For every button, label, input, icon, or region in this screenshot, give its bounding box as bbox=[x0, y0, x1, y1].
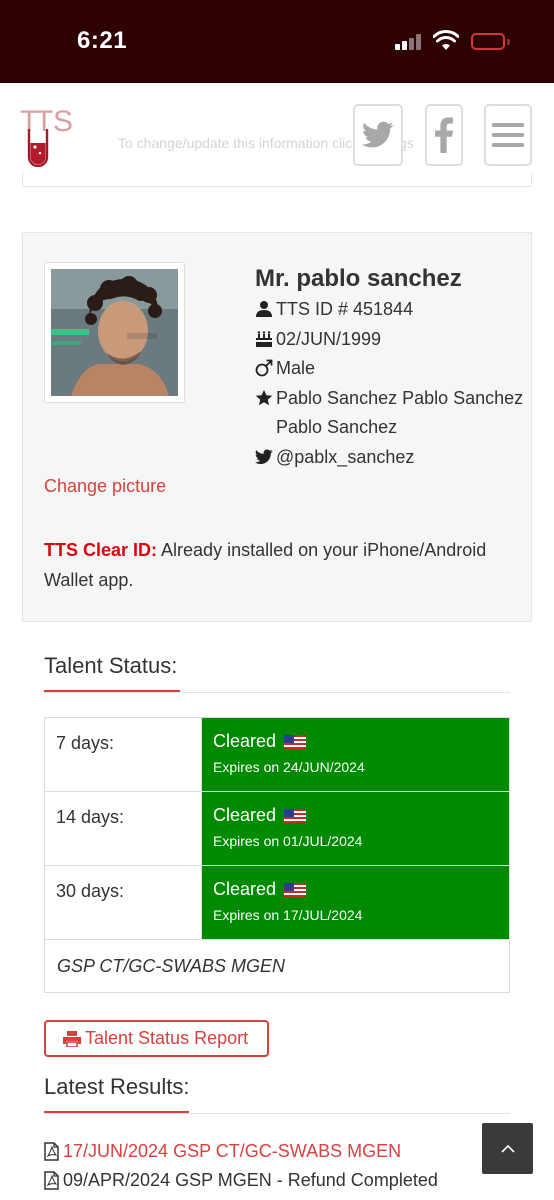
pdf-file-icon bbox=[44, 1171, 59, 1190]
print-icon bbox=[63, 1030, 81, 1047]
period-cell: 7 days: bbox=[45, 718, 202, 791]
us-flag-icon bbox=[284, 734, 307, 749]
result-text: 17/JUN/2024 GSP CT/GC-SWABS MGEN bbox=[63, 1141, 402, 1161]
latest-results-title: Latest Results: bbox=[44, 1074, 190, 1099]
change-picture-link[interactable]: Change picture bbox=[44, 476, 166, 497]
us-flag-icon bbox=[284, 882, 307, 897]
status-text: Cleared bbox=[213, 879, 277, 899]
status-time: 6:21 bbox=[77, 27, 128, 54]
cellular-signal-icon bbox=[395, 34, 423, 50]
user-icon bbox=[256, 301, 272, 317]
profile-photo bbox=[51, 269, 178, 396]
battery-tip bbox=[507, 39, 510, 45]
clear-id-label: TTS Clear ID: bbox=[44, 540, 158, 560]
result-item-link[interactable]: 17/JUN/2024 GSP CT/GC-SWABS MGEN bbox=[44, 1141, 401, 1162]
talent-status-table: 7 days: Cleared Expires on 24/JUN/2024 1… bbox=[44, 717, 510, 993]
menu-button[interactable] bbox=[484, 104, 532, 166]
expiry-text: Expires on 24/JUN/2024 bbox=[213, 759, 365, 775]
gender-row: Male bbox=[255, 354, 525, 384]
latest-results-divider bbox=[44, 1113, 510, 1114]
twitter-row: @pablx_sanchez bbox=[255, 443, 525, 473]
date-of-birth: 02/JUN/1999 bbox=[276, 328, 382, 349]
menu-icon bbox=[492, 123, 524, 147]
period-cell: 14 days: bbox=[45, 792, 202, 865]
status-cell: Cleared Expires on 01/JUL/2024 bbox=[202, 792, 509, 865]
scroll-to-top-button[interactable] bbox=[482, 1123, 533, 1174]
latest-results-accent bbox=[44, 1111, 189, 1113]
profile-name: Mr. pablo sanchez bbox=[255, 265, 462, 292]
gender: Male bbox=[276, 358, 316, 379]
talent-status-divider bbox=[44, 692, 510, 693]
tts-id: TTS ID # 451844 bbox=[276, 299, 414, 319]
report-button-label: Talent Status Report bbox=[85, 1028, 249, 1048]
profile-card: Mr. pablo sanchez TTS ID # 451844 02/JUN… bbox=[22, 232, 532, 622]
dob-row: 02/JUN/1999 bbox=[255, 325, 525, 355]
profile-photo-frame bbox=[44, 262, 185, 403]
table-row: 30 days: Cleared Expires on 17/JUL/2024 bbox=[45, 866, 509, 940]
star-icon bbox=[255, 389, 273, 406]
chevron-up-icon bbox=[500, 1144, 515, 1153]
male-icon bbox=[255, 359, 273, 377]
talent-status-title: Talent Status: bbox=[44, 653, 178, 678]
profile-info: Mr. pablo sanchez TTS ID # 451844 02/JUN… bbox=[255, 263, 525, 473]
expiry-text: Expires on 01/JUL/2024 bbox=[213, 833, 363, 849]
twitter-small-icon bbox=[255, 449, 273, 464]
table-row: 7 days: Cleared Expires on 24/JUN/2024 bbox=[45, 718, 509, 792]
wifi-icon bbox=[433, 30, 459, 50]
facebook-button[interactable] bbox=[425, 104, 463, 166]
table-row: 14 days: Cleared Expires on 01/JUL/2024 bbox=[45, 792, 509, 866]
display-name: Pablo Sanchez Pablo Sanchez Pablo Sanche… bbox=[276, 387, 524, 438]
status-cell: Cleared Expires on 17/JUL/2024 bbox=[202, 866, 509, 939]
period-cell: 30 days: bbox=[45, 866, 202, 939]
expiry-text: Expires on 17/JUL/2024 bbox=[213, 907, 363, 923]
status-text: Cleared bbox=[213, 805, 277, 825]
tts-logo[interactable]: TT S bbox=[20, 107, 74, 167]
status-bar: 6:21 bbox=[0, 0, 554, 83]
pdf-file-icon bbox=[44, 1142, 59, 1161]
clear-id-note: TTS Clear ID: Already installed on your … bbox=[44, 535, 514, 595]
tts-id-row: TTS ID # 451844 bbox=[255, 295, 525, 325]
twitter-icon bbox=[362, 121, 394, 148]
twitter-button[interactable] bbox=[353, 104, 403, 166]
facebook-icon bbox=[435, 117, 453, 153]
twitter-handle: @pablx_sanchez bbox=[276, 446, 415, 467]
status-cell: Cleared Expires on 24/JUN/2024 bbox=[202, 718, 509, 791]
svg-text:T: T bbox=[35, 107, 53, 138]
talent-status-report-button[interactable]: Talent Status Report bbox=[44, 1020, 269, 1057]
display-name-row: Pablo Sanchez Pablo Sanchez Pablo Sanche… bbox=[255, 384, 525, 443]
test-type-note: GSP CT/GC-SWABS MGEN bbox=[57, 956, 286, 976]
status-text: Cleared bbox=[213, 731, 277, 751]
svg-text:S: S bbox=[53, 107, 73, 138]
site-header: TTS To change/update this information cl… bbox=[0, 83, 554, 183]
result-text: 09/APR/2024 GSP MGEN - Refund Completed bbox=[63, 1170, 438, 1190]
header-panel-edge bbox=[22, 173, 532, 187]
talent-status-accent bbox=[44, 690, 180, 692]
birthday-cake-icon bbox=[256, 330, 272, 347]
result-item: 09/APR/2024 GSP MGEN - Refund Completed bbox=[44, 1170, 438, 1191]
battery-icon bbox=[471, 33, 505, 50]
us-flag-icon bbox=[284, 808, 307, 823]
